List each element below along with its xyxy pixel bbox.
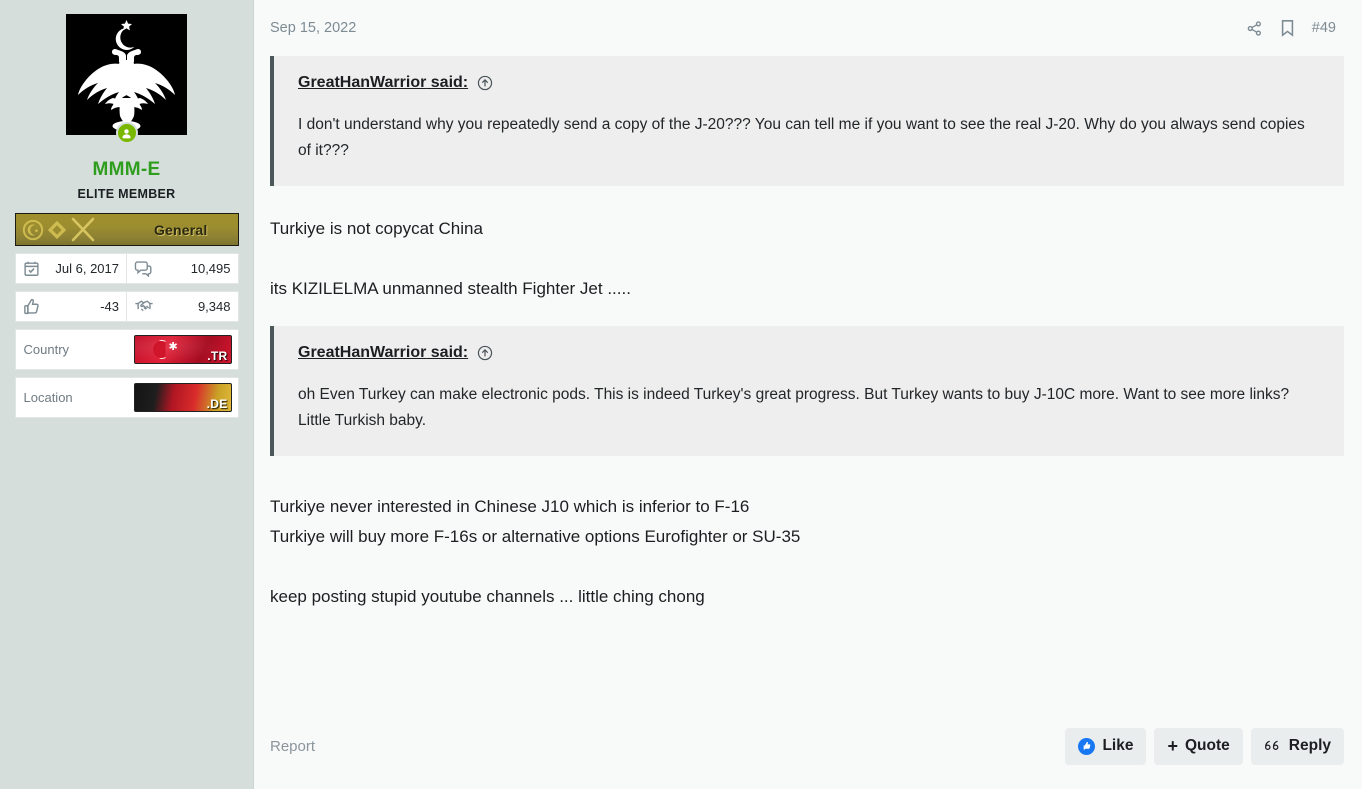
handshake-icon (134, 298, 154, 315)
crossed-swords-insignia-icon (71, 217, 94, 241)
quote-marks-icon (1264, 739, 1282, 753)
post-text-line-3: Turkiye never interested in Chinese J10 … (270, 497, 750, 516)
diamond-insignia-icon (47, 220, 66, 239)
turkey-flag-icon: ✱ .TR (133, 335, 232, 364)
like-button-label: Like (1102, 737, 1134, 754)
stat-row-joined-messages: Jul 6, 2017 10,495 (14, 253, 239, 284)
quote-said-label-1: said: (426, 74, 469, 91)
stat-row-reactions-points: -43 9,348 (14, 291, 239, 322)
thumbs-up-circle-icon (1078, 737, 1096, 755)
thumbs-up-icon (23, 298, 41, 316)
rank-label: General (153, 221, 208, 238)
like-button[interactable]: Like (1065, 727, 1147, 765)
post-text-line-4: Turkiye will buy more F-16s or alternati… (270, 527, 801, 546)
reply-button-label: Reply (1288, 737, 1331, 754)
calendar-check-icon (23, 260, 40, 277)
share-icon[interactable] (1246, 20, 1263, 37)
avatar-image[interactable] (66, 14, 187, 135)
bookmark-icon[interactable] (1280, 19, 1295, 37)
post-text-block-2: Turkiye never interested in Chinese J10 … (270, 462, 1344, 634)
location-tld: .DE (206, 397, 228, 411)
stat-reaction-score-value: -43 (100, 299, 119, 314)
quote-block-2: GreatHanWarrior said: oh Even Turkey can… (270, 326, 1344, 456)
user-icon (122, 128, 131, 138)
online-status-badge (115, 122, 138, 144)
jump-to-post-arrow-icon[interactable] (477, 345, 493, 361)
quote-author-name-2: GreatHanWarrior (298, 344, 427, 361)
crescent-star-insignia-icon (22, 219, 43, 240)
quote-button[interactable]: + Quote (1154, 727, 1243, 765)
quote-said-label-2: said: (426, 344, 469, 361)
stat-joined: Jul 6, 2017 (16, 254, 127, 283)
quote-block-1: GreatHanWarrior said: I don't understand… (270, 56, 1344, 186)
info-row-location: Location .DE (14, 377, 239, 418)
plus-icon: + (1167, 736, 1178, 756)
author-username[interactable]: MMM-E (93, 159, 161, 181)
post-header-actions: #49 (1246, 19, 1336, 37)
reply-button[interactable]: Reply (1250, 727, 1344, 765)
country-label: Country (23, 342, 70, 357)
stat-messages: 10,495 (126, 254, 238, 283)
quote-header-2: GreatHanWarrior said: (298, 344, 1322, 362)
quote-author-link-2[interactable]: GreatHanWarrior said: (298, 344, 468, 362)
post-action-buttons: Like + Quote Reply (1065, 727, 1344, 765)
post-footer: Report Like + Quote Reply (270, 713, 1344, 789)
author-user-title: ELITE MEMBER (77, 187, 176, 201)
quote-author-name-1: GreatHanWarrior (298, 74, 427, 91)
avatar[interactable] (66, 14, 187, 144)
post-text-line-5: keep posting stupid youtube channels ...… (270, 587, 705, 606)
post-text-block-1: Turkiye is not copycat China its KIZILEL… (270, 192, 1344, 326)
post-header: Sep 15, 2022 #49 (270, 0, 1344, 56)
stat-joined-value: Jul 6, 2017 (55, 261, 119, 276)
post-date[interactable]: Sep 15, 2022 (270, 20, 356, 36)
country-tld: .TR (207, 349, 228, 363)
report-link[interactable]: Report (270, 738, 315, 755)
quote-author-link-1[interactable]: GreatHanWarrior said: (298, 74, 468, 92)
location-label: Location (23, 390, 73, 405)
rank-banner: General (14, 213, 239, 246)
messages-icon (134, 260, 153, 277)
stat-messages-value: 10,495 (190, 261, 231, 276)
post-text-line-2: its KIZILELMA unmanned stealth Fighter J… (270, 279, 631, 298)
post-content-area: Sep 15, 2022 #49 GreatHanWarrior said: I… (254, 0, 1362, 789)
quote-button-label: Quote (1185, 737, 1230, 754)
stat-reaction-score: -43 (16, 292, 127, 321)
stat-points-value: 9,348 (197, 299, 231, 314)
post-message-body: GreatHanWarrior said: I don't understand… (270, 56, 1344, 713)
stat-points: 9,348 (126, 292, 238, 321)
germany-flag-icon: .DE (133, 383, 232, 412)
post-text-line-1: Turkiye is not copycat China (270, 219, 483, 238)
quote-text-2: oh Even Turkey can make electronic pods.… (298, 386, 1290, 429)
rank-insignia-icons (22, 217, 98, 243)
line-spacer (270, 552, 1344, 582)
quote-text-1: I don't understand why you repeatedly se… (298, 116, 1305, 159)
line-spacer (270, 244, 1344, 274)
forum-post: MMM-E ELITE MEMBER General Jul 6, 2017 1… (0, 0, 1362, 789)
double-headed-eagle-emblem-icon (66, 14, 187, 135)
post-author-sidebar: MMM-E ELITE MEMBER General Jul 6, 2017 1… (0, 0, 254, 789)
post-number[interactable]: #49 (1312, 20, 1336, 36)
quote-header-1: GreatHanWarrior said: (298, 74, 1322, 92)
info-row-country: Country ✱ .TR (14, 329, 239, 370)
jump-to-post-arrow-icon[interactable] (477, 75, 493, 91)
